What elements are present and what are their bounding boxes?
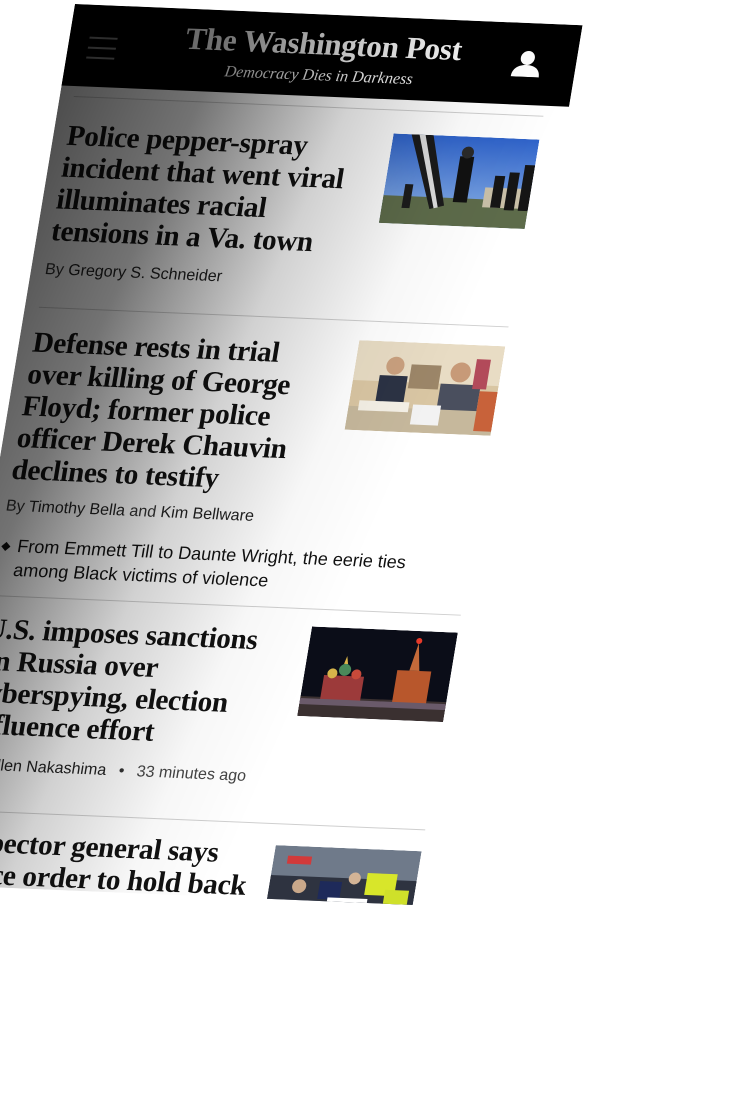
story-thumbnail[interactable] xyxy=(297,626,458,723)
divider xyxy=(0,809,426,831)
divider xyxy=(38,306,509,328)
author-link[interactable]: Timothy Bella xyxy=(27,499,126,520)
user-account-icon[interactable] xyxy=(510,48,545,78)
story-thumbnail[interactable] xyxy=(344,340,506,436)
story-card[interactable]: Defense rests in trial over killing of G… xyxy=(0,327,506,601)
divider xyxy=(0,595,461,616)
phone-screen: The Washington Post Democracy Dies in Da… xyxy=(0,4,583,906)
story-byline: By Ellen Nakashima • 33 minutes ago xyxy=(0,756,434,794)
story-byline: By Gregory S. Schneider xyxy=(43,261,224,286)
story-headline[interactable]: Police pepper-spray incident that went v… xyxy=(49,120,380,260)
story-card[interactable]: U.S. imposes sanctions on Russia over cy… xyxy=(0,613,458,794)
story-card[interactable]: Inspector general says police order to h… xyxy=(0,826,423,906)
author-link[interactable]: Kim Bellware xyxy=(159,504,255,525)
story-byline: By Timothy Bella and Kim Bellware xyxy=(4,497,256,525)
story-card[interactable]: Police pepper-spray incident that went v… xyxy=(44,120,540,299)
diamond-bullet-icon: ◆ xyxy=(0,538,12,553)
timestamp: 33 minutes ago xyxy=(135,763,248,785)
story-headline[interactable]: Defense rests in trial over killing of G… xyxy=(9,327,345,499)
author-link[interactable]: Ellen Nakashima xyxy=(0,757,108,779)
story-headline[interactable]: Inspector general says police order to h… xyxy=(0,826,263,903)
story-thumbnail[interactable] xyxy=(260,845,422,906)
story-headline[interactable]: U.S. imposes sanctions on Russia over cy… xyxy=(0,613,298,753)
related-link[interactable]: ◆ From Emmett Till to Daunte Wright, the… xyxy=(0,533,471,600)
masthead: The Washington Post Democracy Dies in Da… xyxy=(61,4,583,107)
story-thumbnail[interactable] xyxy=(378,133,540,230)
author-link[interactable]: Gregory S. Schneider xyxy=(67,262,224,285)
